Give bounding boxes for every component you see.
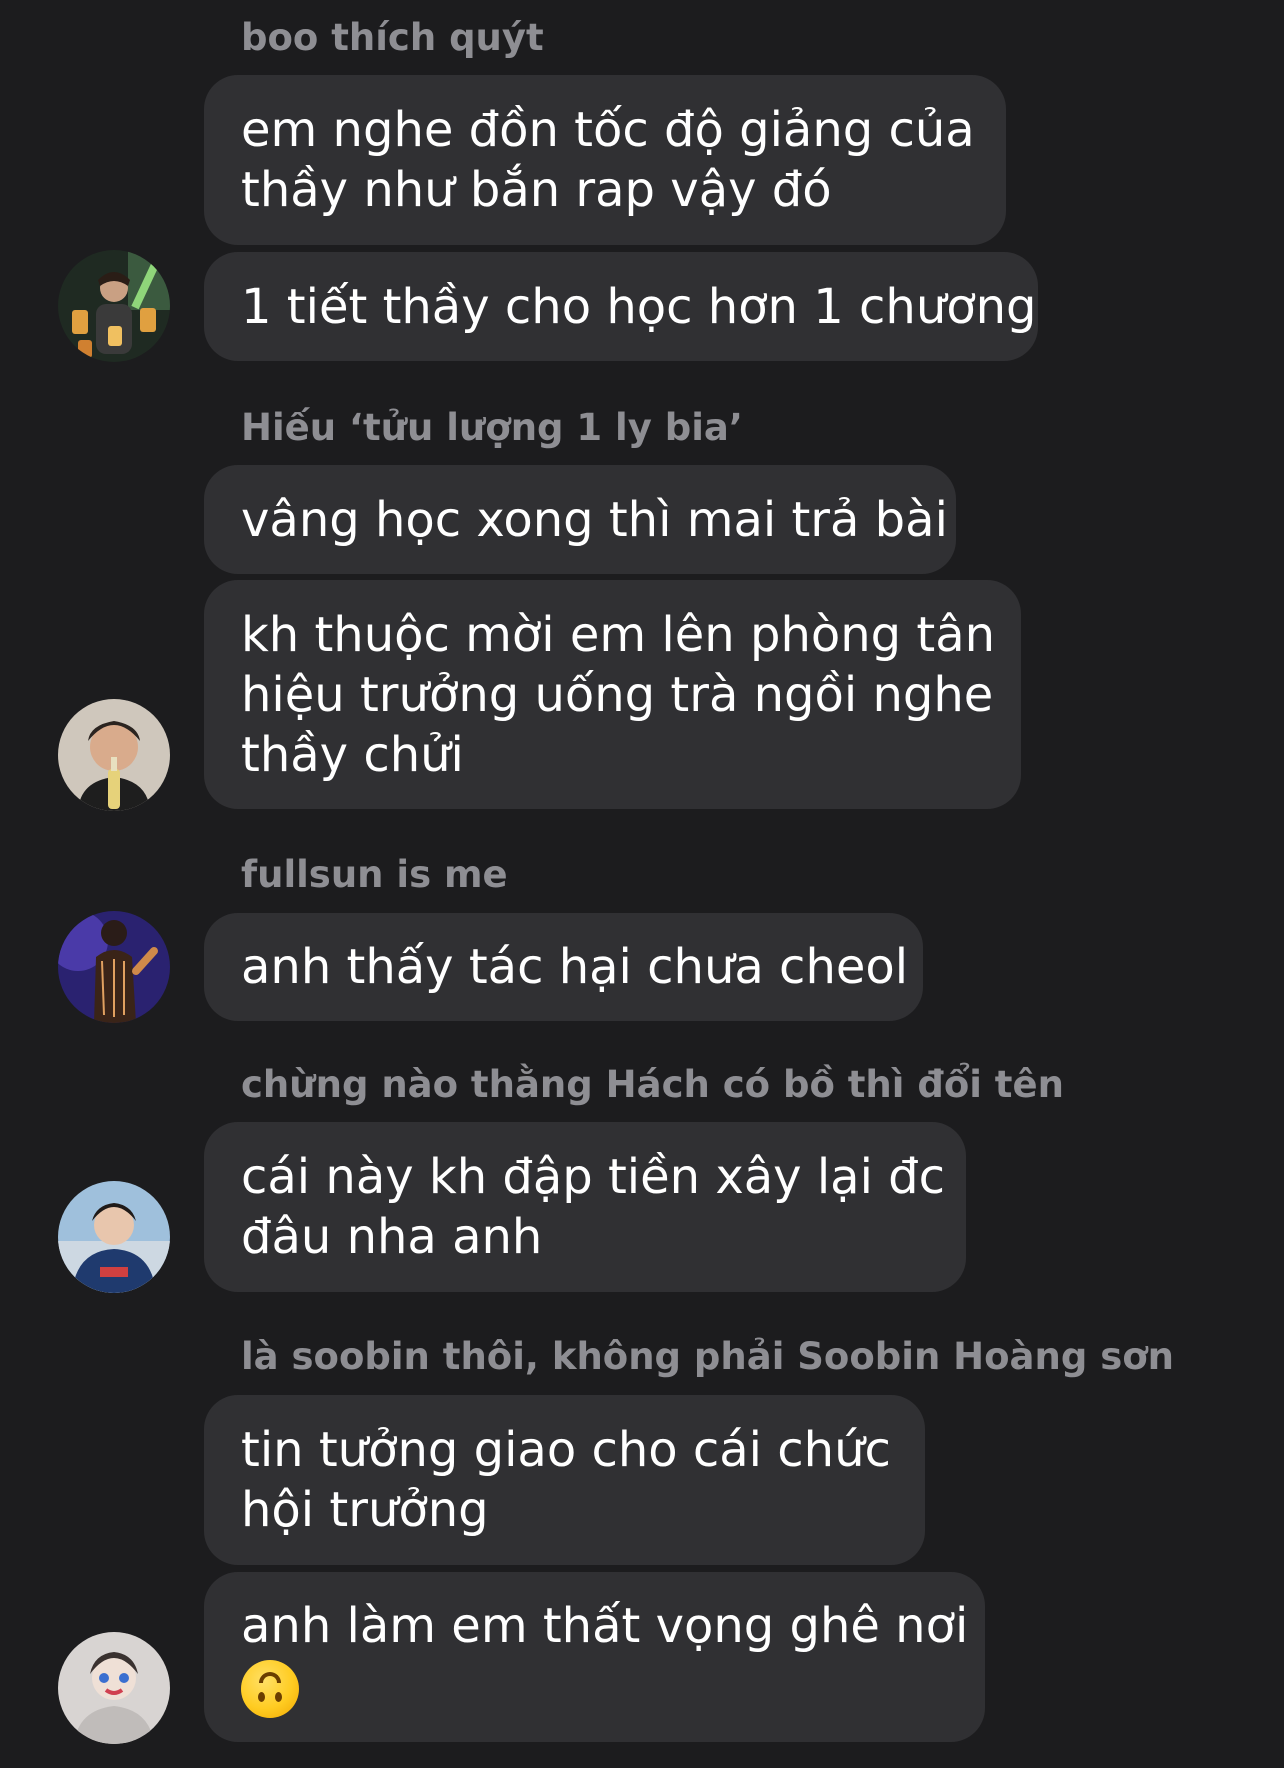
message-text-line: cái này kh đập tiền xây lại đc bbox=[241, 1149, 946, 1205]
message-bubble[interactable]: tin tưởng giao cho cái chức hội trưởng bbox=[204, 1395, 925, 1565]
message-text-line: hiệu trưởng uống trà ngồi nghe bbox=[241, 666, 994, 723]
message-bubble[interactable]: kh thuộc mời em lên phòng tân hiệu trưởn… bbox=[204, 580, 1021, 809]
message-text-line: 1 tiết thầy cho học hơn 1 chương bbox=[241, 278, 1037, 335]
message-bubble[interactable]: em nghe đồn tốc độ giảng của thầy như bắ… bbox=[204, 75, 1006, 245]
avatar[interactable] bbox=[58, 911, 170, 1023]
message-text-line: kh thuộc mời em lên phòng tân bbox=[241, 606, 996, 663]
message-text-line: anh làm em thất vọng ghê nơi bbox=[241, 1598, 969, 1654]
message-text-line: hội trưởng bbox=[241, 1482, 489, 1538]
avatar[interactable] bbox=[58, 1181, 170, 1293]
upside-down-face-emoji bbox=[241, 1660, 299, 1718]
message-text-line: anh thấy tác hại chưa cheol bbox=[241, 939, 909, 995]
sender-name: fullsun is me bbox=[241, 853, 508, 896]
sender-name: boo thích quýt bbox=[241, 16, 544, 59]
avatar[interactable] bbox=[58, 250, 170, 362]
avatar[interactable] bbox=[58, 699, 170, 811]
message-text-line: em nghe đồn tốc độ giảng của bbox=[241, 102, 975, 158]
message-text-line: tin tưởng giao cho cái chức bbox=[241, 1422, 891, 1478]
message-bubble[interactable]: vâng học xong thì mai trả bài bbox=[204, 465, 956, 574]
avatar[interactable] bbox=[58, 1632, 170, 1744]
message-bubble[interactable]: anh làm em thất vọng ghê nơi bbox=[204, 1572, 985, 1742]
message-bubble[interactable]: cái này kh đập tiền xây lại đc đâu nha a… bbox=[204, 1122, 966, 1292]
sender-name: là soobin thôi, không phải Soobin Hoàng … bbox=[241, 1335, 1175, 1378]
sender-name: Hiếu ‘tửu lượng 1 ly bia’ bbox=[241, 406, 743, 449]
message-emoji-line bbox=[241, 1656, 948, 1718]
message-text-line: thầy chửi bbox=[241, 726, 464, 783]
message-bubble[interactable]: 1 tiết thầy cho học hơn 1 chương bbox=[204, 252, 1038, 361]
message-text-line: vâng học xong thì mai trả bài bbox=[241, 491, 948, 548]
message-text-line: thầy như bắn rap vậy đó bbox=[241, 162, 832, 218]
sender-name: chừng nào thằng Hách có bồ thì đổi tên bbox=[241, 1063, 1064, 1106]
message-text-line: đâu nha anh bbox=[241, 1209, 543, 1265]
message-bubble[interactable]: anh thấy tác hại chưa cheol bbox=[204, 913, 923, 1021]
